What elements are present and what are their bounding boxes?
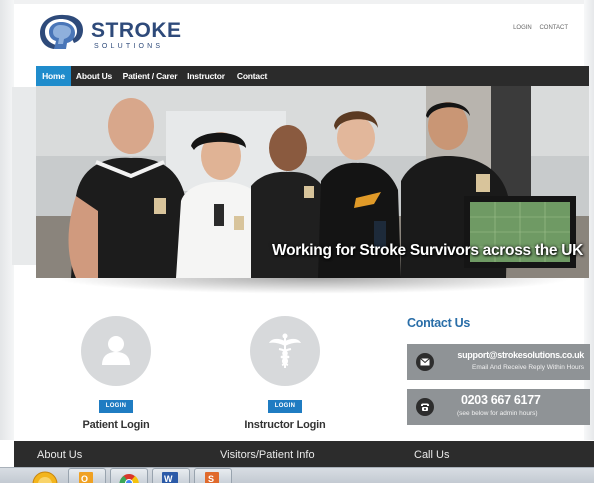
head-logo-icon (40, 14, 83, 50)
nav-item-about-us[interactable]: About Us (74, 66, 114, 86)
patient-login-block: LOGIN Patient Login (61, 316, 171, 431)
contact-title: Contact Us (407, 316, 470, 330)
windows-taskbar: O W S (0, 467, 594, 483)
footer-call-us[interactable]: Call Us (414, 441, 449, 467)
logo-subtitle: SOLUTIONS (94, 43, 164, 50)
svg-text:O: O (81, 474, 88, 483)
top-link-login[interactable]: LOGIN (513, 25, 532, 31)
contact-email-note: Email And Receive Reply Within Hours (472, 364, 584, 371)
logo-wordmark: STROKE (91, 19, 182, 42)
patient-login-label: Patient Login (82, 419, 150, 431)
nav-item-home[interactable]: Home (36, 66, 71, 86)
user-icon (102, 336, 130, 365)
top-strip (0, 0, 594, 4)
hero-caption: Working for Stroke Survivors across the … (272, 242, 583, 259)
svg-text:W: W (164, 474, 173, 483)
footer-about-us[interactable]: About Us (37, 441, 82, 467)
caduceus-icon (269, 333, 301, 368)
patient-login-button[interactable]: LOGIN (99, 400, 133, 413)
instructor-login-button[interactable]: LOGIN (268, 400, 302, 413)
powerpoint-icon[interactable]: S (194, 468, 232, 483)
start-orb-icon[interactable] (30, 469, 60, 483)
instructor-login-label: Instructor Login (244, 419, 326, 431)
hero-banner: Working for Stroke Survivors across the … (36, 86, 589, 278)
nav-item-patient-carer[interactable]: Patient / Carer (120, 66, 180, 86)
footer-bar: About Us Visitors/Patient Info Call Us (14, 441, 594, 467)
chrome-icon[interactable] (110, 468, 148, 483)
contact-phone-note: (see below for admin hours) (457, 410, 538, 417)
hero-shadow (54, 278, 574, 294)
instructor-login-circle[interactable] (250, 316, 320, 386)
contact-phone-box[interactable]: 0203 667 6177 (see below for admin hours… (407, 389, 590, 425)
phone-icon (416, 398, 434, 416)
svg-text:S: S (208, 474, 214, 483)
top-link-contact[interactable]: CONTACT (539, 25, 568, 31)
word-icon[interactable]: W (152, 468, 190, 483)
instructor-login-block: LOGIN Instructor Login (230, 316, 340, 431)
footer-visitors-patient-info[interactable]: Visitors/Patient Info (220, 441, 315, 467)
nav-item-instructor[interactable]: Instructor (184, 66, 228, 86)
envelope-icon (416, 353, 434, 371)
outlook-icon[interactable]: O (68, 468, 106, 483)
contact-email[interactable]: support@strokesolutions.co.uk (457, 350, 584, 360)
site-logo[interactable]: STROKE SOLUTIONS (34, 12, 181, 52)
main-nav: Home About Us Patient / Carer Instructor… (36, 66, 589, 86)
patient-login-circle[interactable] (81, 316, 151, 386)
contact-email-box[interactable]: support@strokesolutions.co.uk Email And … (407, 344, 590, 380)
nav-item-contact[interactable]: Contact (234, 66, 270, 86)
top-links: LOGIN CONTACT (507, 25, 568, 31)
contact-phone-number[interactable]: 0203 667 6177 (461, 393, 541, 407)
